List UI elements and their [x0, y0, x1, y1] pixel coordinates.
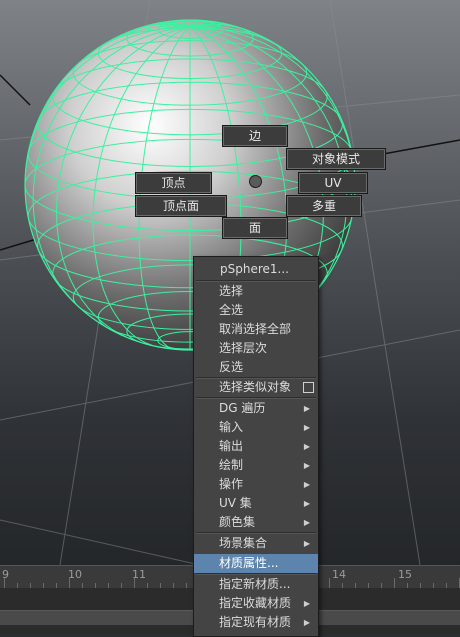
- menu-item-invert-selection[interactable]: 反选: [194, 358, 318, 377]
- marking-multi-button[interactable]: 多重: [286, 195, 362, 217]
- menu-item-material-attributes[interactable]: 材质属性...: [194, 554, 318, 573]
- menu-item-actions[interactable]: 操作 ▶: [194, 475, 318, 494]
- menu-item-select-similar[interactable]: 选择类似对象: [194, 378, 318, 397]
- timeline-frame-label: 10: [68, 568, 82, 581]
- marking-menu-center: [249, 175, 262, 188]
- menu-item-paint[interactable]: 绘制 ▶: [194, 456, 318, 475]
- submenu-arrow-icon: ▶: [303, 499, 310, 508]
- menu-item-select[interactable]: 选择: [194, 282, 318, 301]
- marking-vertex-face-button[interactable]: 顶点面: [135, 195, 227, 217]
- menu-item-inputs[interactable]: 输入 ▶: [194, 418, 318, 437]
- submenu-arrow-icon: ▶: [303, 461, 310, 470]
- menu-item-assign-new-material[interactable]: 指定新材质...: [194, 575, 318, 594]
- submenu-arrow-icon: ▶: [303, 539, 310, 548]
- marking-object-mode-button[interactable]: 对象模式: [286, 148, 386, 170]
- timeline-tick: [4, 578, 5, 588]
- menu-object-title: pSphere1...: [220, 262, 289, 276]
- menu-item-deselect-all[interactable]: 取消选择全部: [194, 320, 318, 339]
- menu-item-select-hierarchy[interactable]: 选择层次: [194, 339, 318, 358]
- axis-line: [0, 74, 31, 106]
- menu-item-dg-traversal[interactable]: DG 遍历 ▶: [194, 399, 318, 418]
- menu-item-uv-sets[interactable]: UV 集 ▶: [194, 494, 318, 513]
- marking-vertex-button[interactable]: 顶点: [135, 172, 212, 194]
- marking-face-button[interactable]: 面: [222, 217, 288, 239]
- timeline-tick: [394, 578, 395, 588]
- submenu-arrow-icon: ▶: [303, 480, 310, 489]
- timeline-tick: [69, 578, 70, 588]
- option-box-icon[interactable]: [303, 382, 314, 393]
- submenu-arrow-icon: ▶: [303, 442, 310, 451]
- timeline-frame-label: 15: [398, 568, 412, 581]
- submenu-arrow-icon: ▶: [303, 404, 310, 413]
- submenu-arrow-icon: ▶: [303, 618, 310, 627]
- submenu-arrow-icon: ▶: [303, 423, 310, 432]
- menu-item-assign-existing-material[interactable]: 指定现有材质 ▶: [194, 613, 318, 632]
- context-menu[interactable]: pSphere1... 选择 全选 取消选择全部 选择层次 反选 选择类似对象 …: [193, 256, 319, 637]
- menu-item-assign-favorite-material[interactable]: 指定收藏材质 ▶: [194, 594, 318, 613]
- timeline-tick: [329, 578, 330, 588]
- submenu-arrow-icon: ▶: [303, 518, 310, 527]
- menu-item-outputs[interactable]: 输出 ▶: [194, 437, 318, 456]
- marking-uv-button[interactable]: UV: [298, 172, 368, 194]
- menu-item-color-sets[interactable]: 颜色集 ▶: [194, 513, 318, 532]
- marking-edge-button[interactable]: 边: [222, 125, 288, 147]
- menu-item-select-all[interactable]: 全选: [194, 301, 318, 320]
- timeline-frame-label: 14: [332, 568, 346, 581]
- submenu-arrow-icon: ▶: [303, 599, 310, 608]
- timeline-tick: [134, 578, 135, 588]
- menu-item-scene-assembly[interactable]: 场景集合 ▶: [194, 534, 318, 553]
